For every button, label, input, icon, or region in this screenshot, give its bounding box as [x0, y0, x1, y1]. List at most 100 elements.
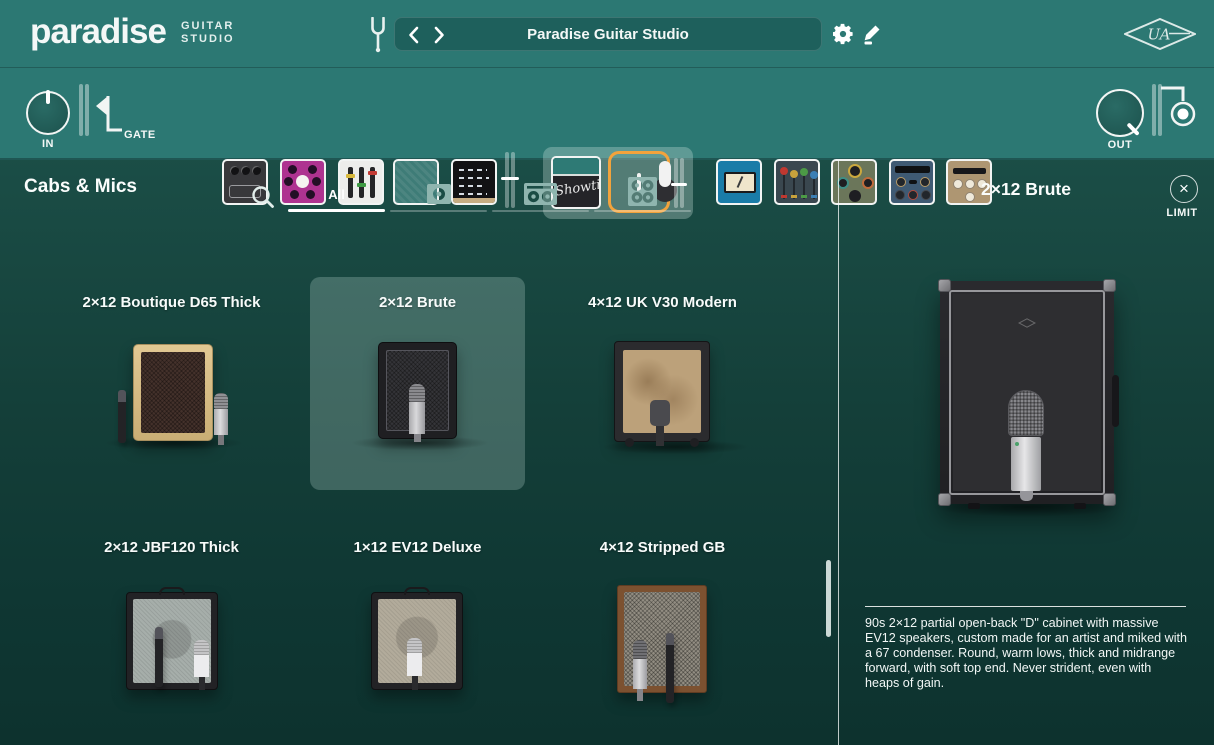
cab-foot — [968, 503, 980, 509]
mic-stem — [637, 689, 643, 701]
ua-brand-logo: UA — [1124, 18, 1196, 55]
output-label: OUT — [1096, 139, 1144, 151]
detail-title: 2×12 Brute — [862, 179, 1190, 200]
cab-item-label: 1×12 EV12 Deluxe — [310, 539, 525, 556]
tab-underline — [492, 210, 589, 212]
knob-pointer — [46, 90, 50, 104]
tab-4x12-cabs[interactable] — [594, 176, 691, 212]
mic-body — [409, 402, 425, 434]
rack-slot-vu-meter[interactable] — [716, 159, 762, 205]
pedal-knob — [230, 166, 239, 175]
gate-module-icon[interactable] — [94, 88, 126, 143]
tab-all-label: All — [288, 187, 385, 202]
cab-handle — [404, 587, 430, 595]
pencil-mic — [155, 627, 163, 687]
amp-panel — [553, 158, 599, 176]
app-logo-subtitle-line1: GUITAR — [181, 20, 235, 33]
input-label: IN — [26, 138, 70, 150]
top-bar: paradise GUITAR STUDIO Paradise Guitar S… — [0, 0, 1214, 68]
limit-label: LIMIT — [1156, 207, 1208, 219]
mic-head — [1008, 390, 1044, 436]
cab-item-brute[interactable]: 2×12 Brute — [310, 277, 525, 490]
tab-1x12-cabs[interactable] — [390, 176, 487, 212]
close-icon[interactable]: × — [1170, 175, 1198, 203]
plugin-window: paradise GUITAR STUDIO Paradise Guitar S… — [0, 0, 1214, 745]
pedal-knob — [252, 166, 261, 175]
mic-body — [407, 653, 422, 676]
cab-1x12-icon — [427, 184, 451, 209]
mic-head — [650, 400, 670, 426]
input-meter-right — [85, 84, 89, 136]
condenser-mic — [214, 393, 228, 445]
knob-yellow — [790, 170, 798, 178]
cab-item-label: 2×12 Brute — [310, 294, 525, 311]
browser-scrollbar[interactable] — [826, 560, 831, 637]
tab-all[interactable]: All — [288, 176, 385, 212]
condenser-mic — [409, 384, 425, 442]
svg-text:UA: UA — [1147, 26, 1170, 44]
pencil-mic — [666, 633, 674, 703]
knob-red — [780, 167, 788, 175]
knob-green — [800, 168, 808, 176]
cab-item-label: 4×12 UK V30 Modern — [555, 294, 770, 311]
mic-stem — [656, 426, 664, 446]
browser-title: Cabs & Mics — [24, 176, 137, 198]
cab-2x12-icon — [524, 183, 557, 210]
caster — [690, 438, 699, 447]
tab-2x12-cabs[interactable] — [492, 176, 589, 212]
cab-item-label: 2×12 JBF120 Thick — [64, 539, 279, 556]
cab-item-jbf120[interactable]: 2×12 JBF120 Thick — [64, 522, 279, 735]
output-knob[interactable] — [1096, 89, 1144, 137]
knob-yellow-ring — [848, 164, 862, 178]
mic-stem — [218, 435, 224, 445]
app-logo-subtitle: GUITAR STUDIO — [181, 20, 235, 46]
input-knob[interactable] — [26, 91, 70, 135]
pedal-knob — [308, 165, 317, 174]
signal-chain-bar: IN GATE — [0, 68, 1214, 160]
mic-head — [214, 393, 228, 409]
pedal-knob — [241, 166, 250, 175]
corner-protector — [938, 493, 951, 506]
side-handle — [1112, 375, 1119, 427]
mic-base — [1020, 491, 1033, 501]
cab-illustration — [617, 585, 707, 693]
fader-cap — [801, 195, 807, 198]
edit-preset-icon[interactable] — [862, 23, 882, 50]
cab-item-boutique-d65[interactable]: 2×12 Boutique D65 Thick — [64, 277, 279, 490]
cab-item-stripped-gb[interactable]: 4×12 Stripped GB — [555, 522, 770, 735]
pedal-knob — [288, 165, 297, 174]
condenser-mic — [633, 640, 647, 701]
description-divider — [865, 606, 1186, 607]
pencil-mic — [118, 390, 126, 443]
tab-underline — [594, 210, 691, 212]
cab-4x12-icon — [628, 177, 657, 211]
search-icon[interactable] — [250, 184, 276, 215]
app-logo: paradise — [30, 13, 166, 51]
fader-cap — [811, 195, 817, 198]
mic-head — [407, 638, 422, 653]
mic-head — [409, 384, 425, 402]
preset-name[interactable]: Paradise Guitar Studio — [395, 18, 821, 52]
cab-foot — [1074, 503, 1086, 509]
cab-illustration — [133, 344, 213, 441]
cab-item-label: 2×12 Boutique D65 Thick — [64, 294, 279, 311]
mic-stem — [412, 676, 418, 690]
cab-badge — [1018, 318, 1036, 328]
gate-label: GATE — [124, 129, 164, 141]
cab-item-ev12-deluxe[interactable]: 1×12 EV12 Deluxe — [310, 522, 525, 735]
mic-body — [214, 409, 228, 435]
tab-underline — [390, 210, 487, 212]
fader-cap — [791, 195, 797, 198]
rack-slot-mixer[interactable] — [774, 159, 820, 205]
output-meter-left — [1152, 84, 1156, 136]
caster — [625, 438, 634, 447]
mic-badge — [1015, 442, 1019, 446]
cab-description: 90s 2×12 partial open-back "D" cabinet w… — [865, 616, 1189, 691]
input-meter-left — [79, 84, 83, 136]
mic-head — [194, 640, 209, 655]
cab-item-uk-v30[interactable]: 4×12 UK V30 Modern — [555, 277, 770, 490]
tuner-icon[interactable] — [369, 17, 387, 58]
settings-gear-icon[interactable] — [833, 23, 855, 50]
app-logo-subtitle-line2: STUDIO — [181, 33, 235, 46]
condenser-mic — [407, 638, 422, 690]
